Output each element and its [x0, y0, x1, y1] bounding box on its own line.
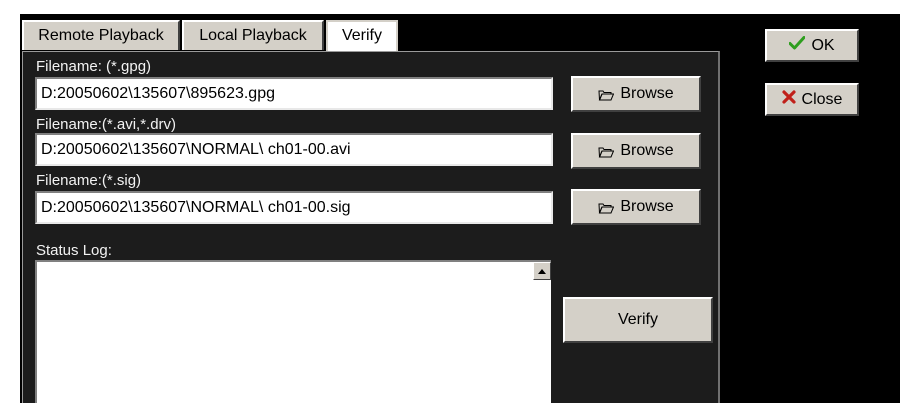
gpg-filename-input[interactable]: [35, 77, 553, 110]
tab-label: Local Playback: [199, 27, 307, 44]
folder-open-icon: [598, 201, 615, 214]
avi-filename-label: Filename:(*.avi,*.drv): [36, 116, 177, 133]
checkmark-icon: [788, 36, 806, 55]
browse-label: Browse: [620, 85, 674, 102]
status-log-scrollbar[interactable]: [533, 262, 551, 403]
status-log-textarea[interactable]: [35, 260, 551, 403]
sig-filename-label: Filename:(*.sig): [36, 172, 142, 189]
ok-button[interactable]: OK: [765, 29, 859, 62]
verify-panel: Filename: (*.gpg) Browse Filename:(*.avi…: [22, 51, 720, 403]
browse-gpg-button[interactable]: Browse: [571, 76, 701, 112]
folder-open-icon: [598, 88, 615, 101]
gpg-filename-label: Filename: (*.gpg): [36, 58, 152, 75]
tab-label: Verify: [341, 27, 382, 44]
verify-button[interactable]: Verify: [563, 297, 713, 343]
browse-label: Browse: [620, 142, 674, 159]
tab-verify[interactable]: Verify: [326, 20, 398, 52]
browse-sig-button[interactable]: Browse: [571, 189, 701, 225]
tab-label: Remote Playback: [38, 27, 164, 44]
verify-button-label: Verify: [617, 311, 658, 328]
avi-filename-input[interactable]: [35, 133, 553, 166]
ok-label: OK: [811, 36, 835, 54]
close-label: Close: [801, 90, 843, 108]
verify-window: Remote Playback Local Playback Verify Fi…: [20, 14, 900, 403]
scroll-up-arrow-icon[interactable]: [533, 262, 551, 280]
browse-avi-button[interactable]: Browse: [571, 133, 701, 169]
tab-local-playback[interactable]: Local Playback: [182, 20, 324, 50]
close-button[interactable]: Close: [765, 83, 859, 116]
x-icon: [781, 90, 796, 109]
status-log-label: Status Log:: [36, 242, 112, 259]
tab-remote-playback[interactable]: Remote Playback: [22, 20, 180, 50]
browse-label: Browse: [620, 198, 674, 215]
folder-open-icon: [598, 145, 615, 158]
sig-filename-input[interactable]: [35, 191, 553, 224]
